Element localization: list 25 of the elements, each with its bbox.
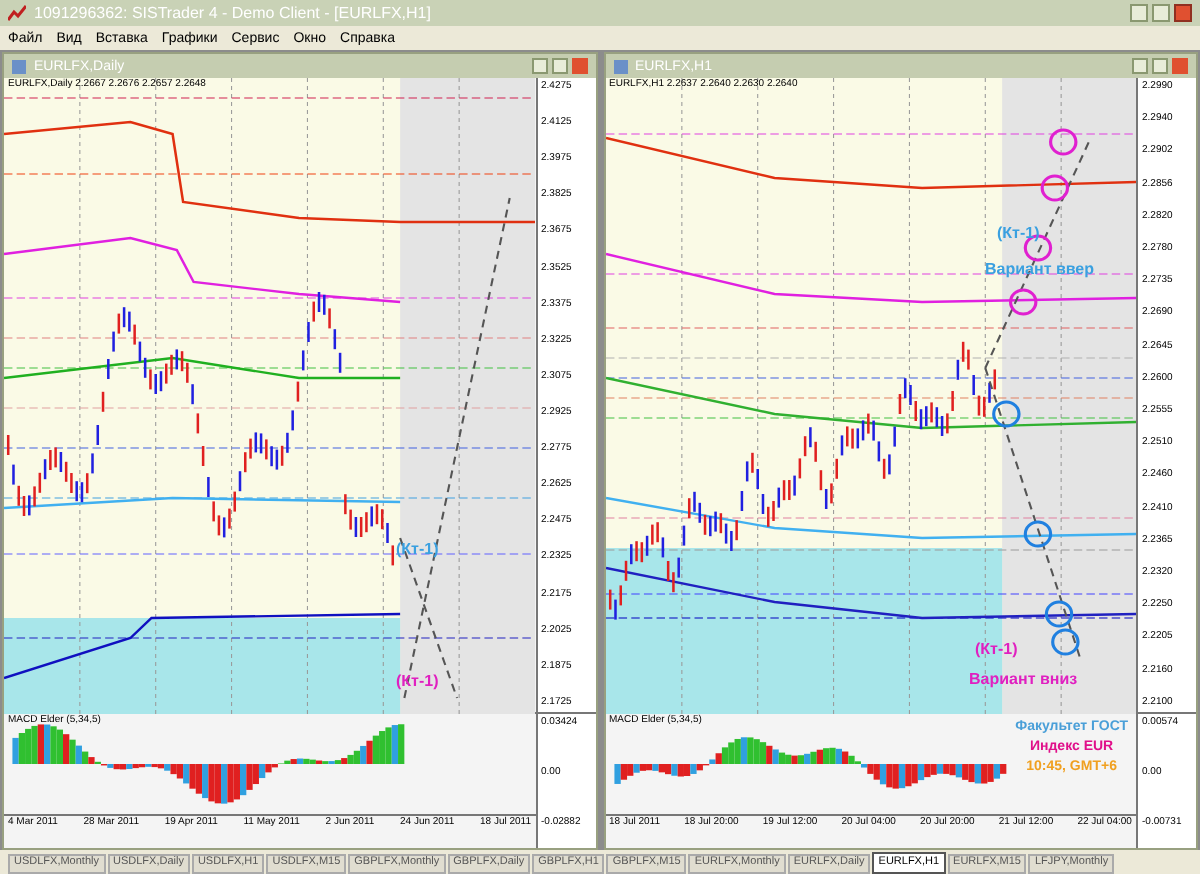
app-chart-icon bbox=[8, 4, 26, 22]
maximize-button[interactable] bbox=[1152, 4, 1170, 22]
chart-annotation: (Кт-1) bbox=[396, 674, 439, 690]
maximize-button[interactable] bbox=[1152, 58, 1168, 74]
target-circle bbox=[1008, 288, 1037, 316]
target-circle bbox=[1050, 628, 1079, 656]
chart-window-icon bbox=[613, 59, 627, 73]
minimize-button[interactable] bbox=[1130, 4, 1148, 22]
close-button[interactable] bbox=[571, 58, 587, 74]
chart-annotation: Вариант вниз bbox=[969, 672, 1078, 688]
chart-annotation: (Кт-1) bbox=[396, 542, 439, 558]
target-circle bbox=[1022, 520, 1052, 548]
chart-window-icon bbox=[12, 59, 26, 73]
target-circle bbox=[1048, 128, 1077, 156]
minimize-button[interactable] bbox=[1132, 58, 1148, 74]
target-circle bbox=[1043, 600, 1073, 628]
maximize-button[interactable] bbox=[551, 58, 567, 74]
chart-annotation: (Кт-1) bbox=[975, 642, 1018, 658]
target-circle bbox=[1039, 174, 1068, 202]
chart-annotation: Вариант ввер bbox=[985, 262, 1095, 278]
minimize-button[interactable] bbox=[531, 58, 547, 74]
window-title: 1091296362: SISTrader 4 - Demo Client - [EURLFX,H1] bbox=[34, 5, 431, 21]
chart-annotation: (Кт-1) bbox=[997, 226, 1040, 242]
close-button[interactable] bbox=[1174, 4, 1192, 22]
target-circle bbox=[991, 400, 1020, 428]
